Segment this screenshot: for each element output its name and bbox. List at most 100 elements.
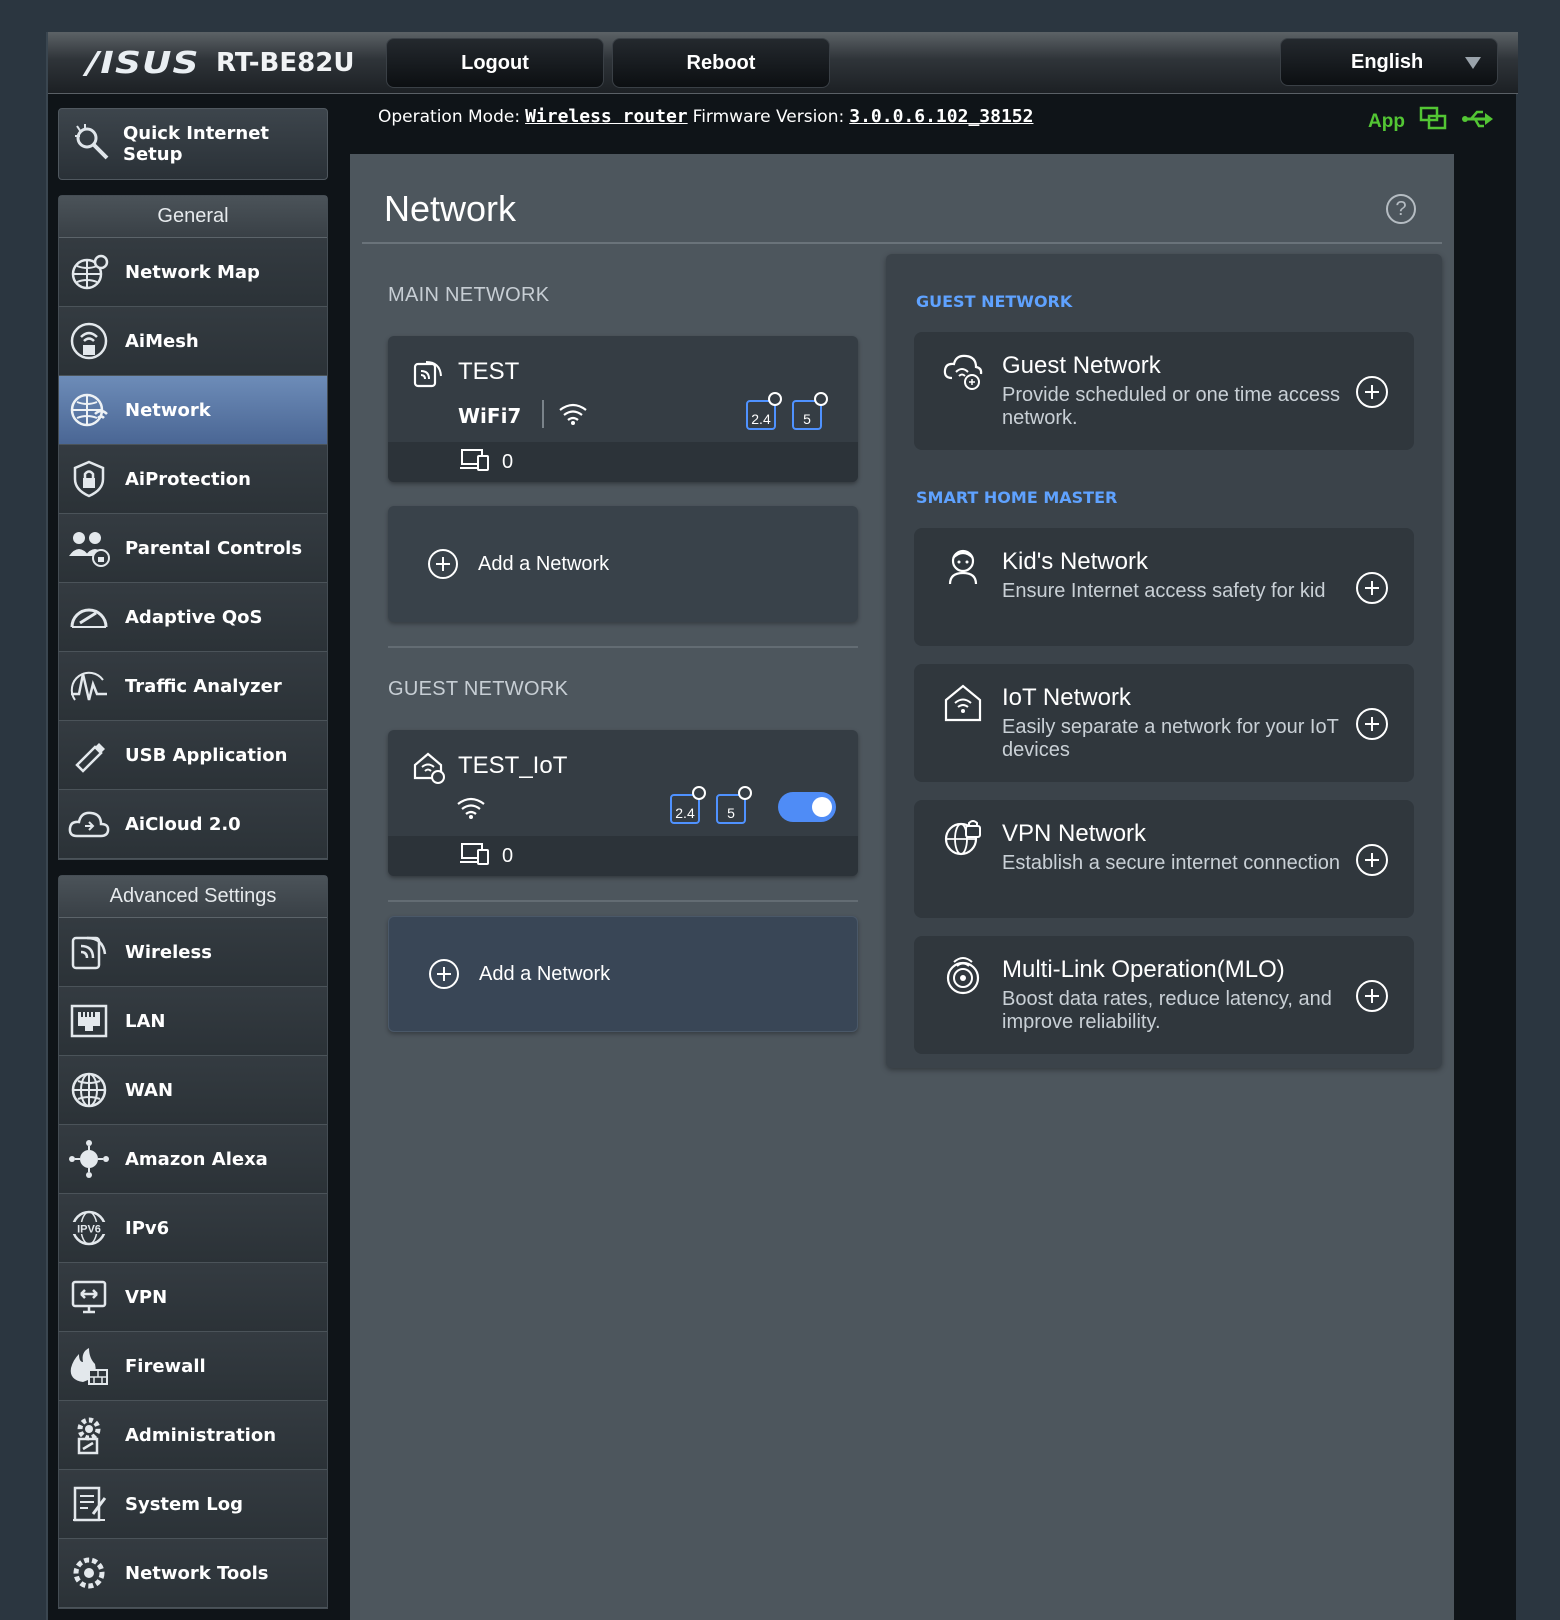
main-network-card[interactable]: TEST WiFi7 2.4 5 0: [388, 336, 858, 482]
mlo-icon: [942, 954, 986, 998]
main-clients-row: 0: [388, 442, 858, 482]
option-iot-network[interactable]: IoT Network Easily separate a network fo…: [914, 664, 1414, 782]
firmware-link[interactable]: 3.0.0.6.102_38152: [849, 106, 1033, 127]
nav-label: VPN: [125, 1286, 168, 1308]
guest-network-section-label: GUEST NETWORK: [916, 292, 1073, 311]
network-icon: [67, 388, 111, 432]
nav-item-ipv6[interactable]: IPV6 IPv6: [59, 1194, 327, 1263]
nav-item-firewall[interactable]: Firewall: [59, 1332, 327, 1401]
option-mlo-network[interactable]: Multi-Link Operation(MLO) Boost data rat…: [914, 936, 1414, 1054]
nav-label: LAN: [125, 1010, 166, 1032]
asus-logo: /ISUS: [86, 46, 200, 81]
nav-item-adaptive-qos[interactable]: Adaptive QoS: [59, 583, 327, 652]
main-content: Network ? MAIN NETWORK TEST WiFi7 2.4 5: [350, 154, 1454, 1620]
nav-label: Network Tools: [125, 1562, 269, 1584]
qis-label: Quick Internet Setup: [123, 123, 270, 165]
top-bar: /ISUS RT-BE82U Logout Reboot English: [48, 32, 1518, 94]
add-main-network-button[interactable]: Add a Network: [388, 506, 858, 622]
nav-item-traffic-analyzer[interactable]: Traffic Analyzer: [59, 652, 327, 721]
language-value: English: [1351, 50, 1424, 73]
nav-item-parental-controls[interactable]: Parental Controls: [59, 514, 327, 583]
add-mlo-network-plus-icon[interactable]: [1356, 980, 1388, 1012]
option-title: Kid's Network: [1002, 548, 1148, 575]
wifi-signal-icon: [456, 796, 486, 825]
option-guest-network[interactable]: Guest Network Provide scheduled or one t…: [914, 332, 1414, 450]
globe-icon: [67, 1068, 111, 1112]
aimesh-icon: [67, 319, 111, 363]
band-5g-lock-icon: 5: [792, 392, 828, 430]
nav-item-aimesh[interactable]: AiMesh: [59, 307, 327, 376]
nav-item-network[interactable]: Network: [59, 376, 327, 445]
nav-item-usb-application[interactable]: USB Application: [59, 721, 327, 790]
nav-label: AiCloud 2.0: [125, 813, 241, 835]
nav-label: System Log: [125, 1493, 243, 1515]
usb-status-icon[interactable]: [1461, 108, 1495, 135]
guest-cloud-icon: [942, 350, 986, 394]
add-vpn-network-plus-icon[interactable]: [1356, 844, 1388, 876]
help-icon[interactable]: ?: [1386, 194, 1416, 224]
nav-item-wireless[interactable]: Wireless: [59, 918, 327, 987]
cloud-icon: [67, 802, 111, 846]
plus-circle-icon: [429, 959, 459, 989]
general-menu-title: General: [59, 196, 327, 238]
band-2g-lock-icon: 2.4: [670, 786, 706, 824]
clients-device-icon: [460, 447, 490, 477]
tools-icon: [67, 1551, 111, 1595]
option-description: Ensure Internet access safety for kid: [1002, 580, 1326, 602]
nav-item-network-tools[interactable]: Network Tools: [59, 1539, 327, 1608]
nav-item-amazon-alexa[interactable]: Amazon Alexa: [59, 1125, 327, 1194]
chevron-down-icon: [1465, 57, 1481, 69]
nav-item-wan[interactable]: WAN: [59, 1056, 327, 1125]
clients-device-icon: [460, 841, 490, 871]
nav-item-lan[interactable]: LAN: [59, 987, 327, 1056]
option-kids-network[interactable]: Kid's Network Ensure Internet access saf…: [914, 528, 1414, 646]
nav-item-aicloud[interactable]: AiCloud 2.0: [59, 790, 327, 859]
kid-icon: [942, 546, 986, 590]
router-wifi-icon: [412, 358, 444, 395]
status-line: Operation Mode: Wireless router Firmware…: [378, 106, 1033, 127]
model-name: RT-BE82U: [216, 48, 355, 78]
usb-icon: [67, 733, 111, 777]
option-description: Boost data rates, reduce latency, and im…: [1002, 988, 1332, 1033]
option-description: Easily separate a network for your IoT d…: [1002, 716, 1339, 761]
wifi7-badge: WiFi7: [458, 404, 522, 428]
general-menu: General Network Map AiMesh Network AiPro…: [58, 195, 328, 860]
reboot-button[interactable]: Reboot: [612, 38, 830, 88]
firewall-icon: [67, 1344, 111, 1388]
option-title: Multi-Link Operation(MLO): [1002, 956, 1285, 983]
option-title: VPN Network: [1002, 820, 1147, 847]
language-select[interactable]: English: [1280, 38, 1498, 86]
quick-internet-setup-button[interactable]: Quick Internet Setup: [58, 108, 328, 180]
shield-icon: [67, 457, 111, 501]
app-link[interactable]: App: [1368, 111, 1405, 133]
advanced-menu: Advanced Settings Wireless LAN WAN Amazo…: [58, 875, 328, 1609]
nav-item-aiprotection[interactable]: AiProtection: [59, 445, 327, 514]
guest-network-card[interactable]: TEST_IoT 2.4 5 0: [388, 730, 858, 876]
vpn-globe-icon: [942, 818, 986, 862]
qis-wand-icon: [71, 122, 111, 167]
add-kids-network-plus-icon[interactable]: [1356, 572, 1388, 604]
nav-item-network-map[interactable]: Network Map: [59, 238, 327, 307]
option-vpn-network[interactable]: VPN Network Establish a secure internet …: [914, 800, 1414, 918]
band-2g-lock-icon: 2.4: [746, 392, 782, 430]
admin-icon: [67, 1413, 111, 1457]
guest-network-toggle[interactable]: [778, 792, 836, 822]
nav-item-administration[interactable]: Administration: [59, 1401, 327, 1470]
add-iot-network-plus-icon[interactable]: [1356, 708, 1388, 740]
add-network-label: Add a Network: [479, 962, 611, 985]
add-guest-network-plus-icon[interactable]: [1356, 376, 1388, 408]
nav-label: IPv6: [125, 1217, 170, 1239]
section-divider: [388, 646, 858, 648]
add-guest-network-button[interactable]: Add a Network: [388, 916, 858, 1032]
smart-home-master-label: SMART HOME MASTER: [916, 488, 1118, 507]
nav-item-system-log[interactable]: System Log: [59, 1470, 327, 1539]
firmware-label: Firmware Version:: [692, 107, 845, 127]
nav-label: AiProtection: [125, 468, 251, 490]
main-network-label: MAIN NETWORK: [388, 284, 550, 306]
nav-item-vpn[interactable]: VPN: [59, 1263, 327, 1332]
devices-icon[interactable]: [1419, 106, 1447, 137]
page-title: Network: [384, 188, 517, 229]
op-mode-link[interactable]: Wireless router: [525, 106, 688, 127]
add-network-label: Add a Network: [478, 552, 610, 575]
logout-button[interactable]: Logout: [386, 38, 604, 88]
